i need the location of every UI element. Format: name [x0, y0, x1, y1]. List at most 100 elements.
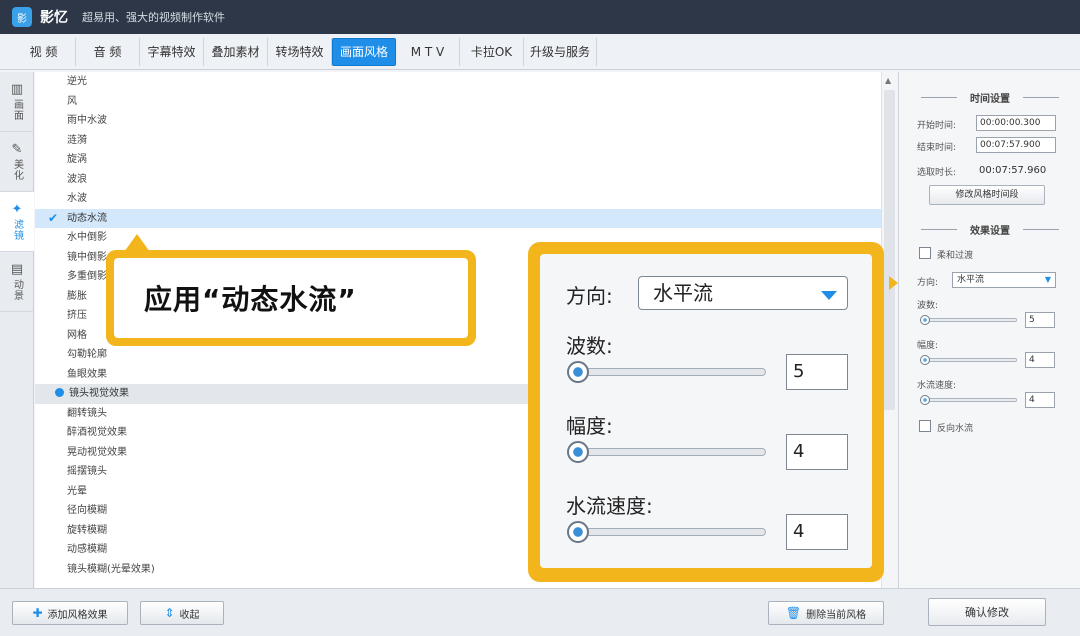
- duration-label: 选取时长:: [917, 168, 957, 178]
- start-time-label: 开始时间:: [917, 121, 957, 131]
- collapse-icon: ⇕: [164, 606, 175, 620]
- amplitude-label: 幅度:: [917, 341, 939, 351]
- tab-overlay-materials[interactable]: 叠加素材: [204, 37, 268, 66]
- tab-transitions[interactable]: 转场特效: [268, 37, 332, 66]
- add-style-button[interactable]: ✚ 添加风格效果: [12, 601, 128, 625]
- speed-input[interactable]: 4: [1025, 392, 1055, 408]
- effect-settings-title: 效果设置: [899, 222, 1080, 237]
- slider-handle[interactable]: [567, 521, 589, 543]
- list-item[interactable]: 风: [35, 92, 881, 112]
- zoom-speed-input[interactable]: 4: [786, 514, 848, 550]
- slider-handle[interactable]: [920, 355, 930, 365]
- side-tab-label: 动景: [11, 279, 23, 301]
- tab-subtitle-effects[interactable]: 字幕特效: [140, 37, 204, 66]
- zoom-direction-label: 方向:: [566, 284, 613, 308]
- zoomed-settings-panel: 方向: 水平流 波数: 5 幅度: 4 水流速度: 4: [540, 254, 872, 568]
- zoom-direction-value: 水平流: [653, 281, 713, 305]
- collapse-label: 收起: [179, 609, 200, 621]
- side-tab-filter[interactable]: ✦ 滤镜: [0, 192, 34, 252]
- app-name: 影忆: [40, 10, 68, 26]
- trash-icon: 🗑: [785, 606, 802, 620]
- amplitude-slider[interactable]: [920, 355, 1017, 365]
- list-item-selected[interactable]: ✔ 动态水流: [35, 208, 881, 228]
- list-item[interactable]: 旋涡: [35, 150, 881, 170]
- callout-box: 应用“动态水流”: [106, 250, 476, 346]
- title-bar: 影 影忆 超易用、强大的视频制作软件: [0, 0, 1080, 34]
- picture-icon: ▥: [10, 82, 24, 97]
- slider-handle[interactable]: [920, 315, 930, 325]
- chevron-down-icon: ▼: [1044, 275, 1051, 284]
- tab-mtv[interactable]: M T V: [396, 37, 460, 66]
- soft-transition-label: 柔和过渡: [937, 251, 974, 261]
- checkmark-icon: ✔: [48, 210, 59, 225]
- direction-select-value: 水平流: [957, 275, 985, 285]
- side-tab-bar: ▥ 画面 ✎ 美化 ✦ 滤镜 ▤ 动景: [0, 72, 34, 588]
- zoom-amplitude-input[interactable]: 4: [786, 434, 848, 470]
- side-tab-motion-scene[interactable]: ▤ 动景: [0, 252, 34, 312]
- list-item-label: 动态水流: [67, 212, 107, 224]
- chevron-down-icon: [821, 291, 837, 300]
- add-effect-icon: ✚: [32, 606, 43, 620]
- app-slogan: 超易用、强大的视频制作软件: [82, 11, 225, 24]
- wave-label: 波数:: [917, 301, 939, 311]
- side-tab-beautify[interactable]: ✎ 美化: [0, 132, 34, 192]
- slider-handle[interactable]: [567, 441, 589, 463]
- zoom-amplitude-slider[interactable]: [567, 441, 766, 463]
- collapse-button[interactable]: ⇕ 收起: [140, 601, 224, 625]
- side-tab-label: 滤镜: [11, 219, 23, 241]
- end-time-input[interactable]: 00:07:57.900: [976, 137, 1056, 153]
- reverse-flow-label: 反向水流: [937, 424, 974, 434]
- tab-picture-style[interactable]: 画面风格: [332, 37, 396, 66]
- direction-select[interactable]: 水平流 ▼: [952, 272, 1056, 288]
- magic-wand-icon: ✎: [11, 142, 23, 157]
- zoom-speed-slider[interactable]: [567, 521, 766, 543]
- zoom-speed-label: 水流速度:: [566, 494, 653, 518]
- confirm-modify-button[interactable]: 确认修改: [928, 598, 1046, 626]
- zoom-direction-select[interactable]: 水平流: [638, 276, 848, 310]
- group-label: 镜头视觉效果: [69, 388, 129, 399]
- side-tab-picture[interactable]: ▥ 画面: [0, 72, 34, 132]
- amplitude-input[interactable]: 4: [1025, 352, 1055, 368]
- delete-style-label: 删除当前风格: [806, 609, 867, 621]
- tab-karaoke[interactable]: 卡拉OK: [460, 37, 524, 66]
- wave-slider[interactable]: [920, 315, 1017, 325]
- list-item[interactable]: 水波: [35, 189, 881, 209]
- list-item[interactable]: 逆光: [35, 72, 881, 92]
- zoom-wave-slider[interactable]: [567, 361, 766, 383]
- sparkle-wand-icon: ✦: [11, 202, 23, 217]
- end-time-label: 结束时间:: [917, 143, 957, 153]
- delete-style-button[interactable]: 🗑 删除当前风格: [768, 601, 884, 625]
- wave-input[interactable]: 5: [1025, 312, 1055, 328]
- callout-text: 应用“动态水流”: [114, 258, 468, 338]
- direction-label: 方向:: [917, 278, 939, 288]
- speed-label: 水流速度:: [917, 381, 957, 391]
- duration-value: 00:07:57.960: [979, 165, 1047, 176]
- scrollbar-thumb[interactable]: [884, 90, 895, 410]
- list-item[interactable]: 雨中水波: [35, 111, 881, 131]
- main-tab-bar: 视 频 音 频 字幕特效 叠加素材 转场特效 画面风格 M T V 卡拉OK 升…: [0, 34, 1080, 70]
- scroll-up-icon[interactable]: ▲: [885, 76, 891, 85]
- start-time-input[interactable]: 00:00:00.300: [976, 115, 1056, 131]
- zoom-wave-input[interactable]: 5: [786, 354, 848, 390]
- list-item[interactable]: 波浪: [35, 170, 881, 190]
- reverse-flow-checkbox[interactable]: [919, 420, 931, 432]
- zoom-amplitude-label: 幅度:: [566, 414, 613, 438]
- add-style-label: 添加风格效果: [47, 609, 108, 621]
- tab-audio[interactable]: 音 频: [76, 37, 140, 66]
- soft-transition-checkbox[interactable]: [919, 247, 931, 259]
- settings-panel: 时间设置 开始时间: 00:00:00.300 结束时间: 00:07:57.9…: [898, 72, 1080, 588]
- film-icon: ▤: [10, 262, 24, 277]
- speed-slider[interactable]: [920, 395, 1017, 405]
- side-tab-label: 画面: [11, 99, 23, 121]
- slider-handle[interactable]: [567, 361, 589, 383]
- pointer-arrow-icon: [889, 276, 898, 290]
- collapse-icon: [55, 388, 64, 397]
- app-logo-icon: 影: [12, 7, 32, 27]
- slider-handle[interactable]: [920, 395, 930, 405]
- tab-video[interactable]: 视 频: [12, 37, 76, 66]
- tab-upgrade-service[interactable]: 升级与服务: [524, 37, 598, 66]
- bottom-toolbar: ✚ 添加风格效果 ⇕ 收起 🗑 删除当前风格 确认修改: [0, 588, 1080, 636]
- side-tab-label: 美化: [11, 159, 23, 181]
- modify-time-button[interactable]: 修改风格时间段: [929, 185, 1045, 205]
- list-item[interactable]: 涟漪: [35, 131, 881, 151]
